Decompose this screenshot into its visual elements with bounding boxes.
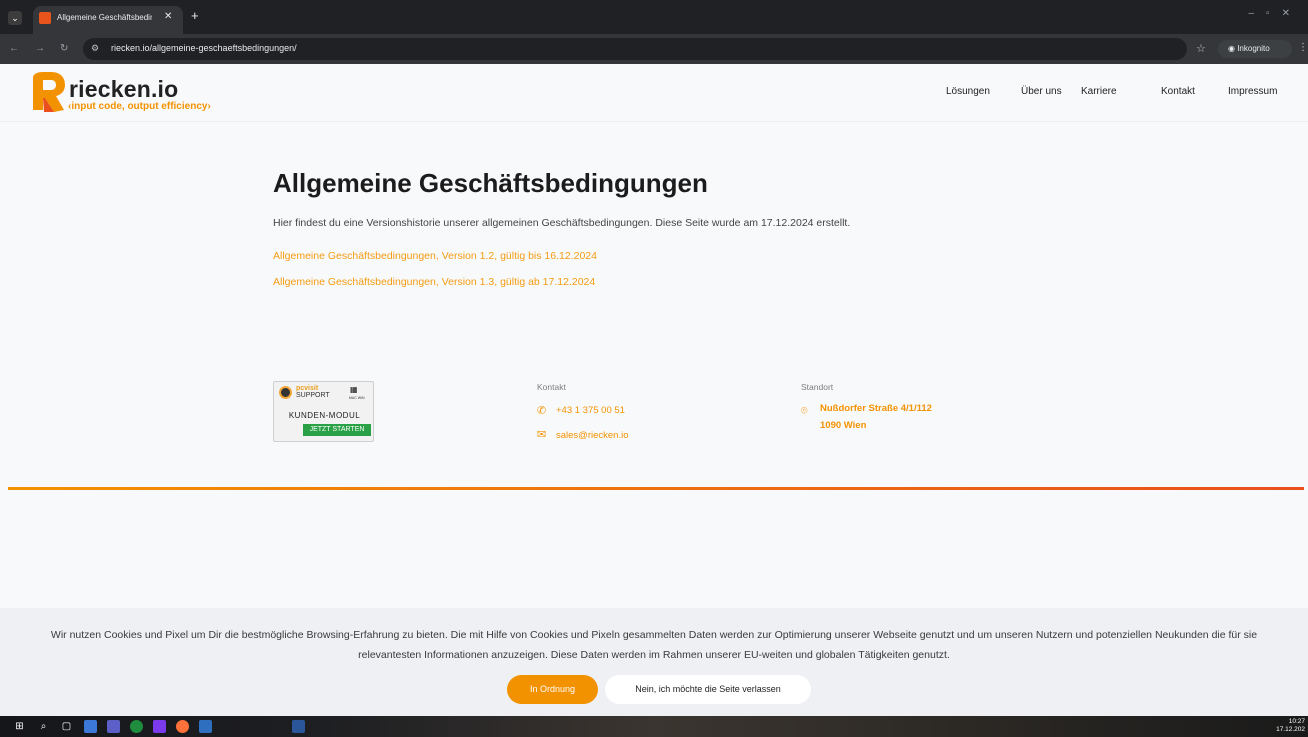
teams-icon[interactable] <box>107 720 120 733</box>
nav-kontakt[interactable]: Kontakt <box>1161 86 1195 97</box>
browser-toolbar: ← → ↻ ⚙ riecken.io/allgemeine-geschaefts… <box>0 34 1308 64</box>
address-line-2[interactable]: 1090 Wien <box>820 420 866 431</box>
pcvisit-support-label: SUPPORT <box>296 392 330 399</box>
clock-date: 17.12.202 <box>1276 726 1305 733</box>
pcvisit-support-widget[interactable]: pcvisit SUPPORT ▦ MAC WIN KUNDEN-MODUL J… <box>273 381 374 442</box>
network-app-icon[interactable] <box>199 720 212 733</box>
forward-icon[interactable]: → <box>35 43 45 54</box>
riecken-logo-icon[interactable] <box>31 72 65 112</box>
contact-phone[interactable]: +43 1 375 00 51 <box>556 405 625 416</box>
phone-icon: ✆ <box>537 405 547 417</box>
tab-title: Allgemeine Geschäftsbedingun <box>57 13 152 22</box>
task-view-icon[interactable]: ▢ <box>60 720 73 733</box>
cookie-decline-button[interactable]: Nein, ich möchte die Seite verlassen <box>605 675 811 704</box>
firefox-icon[interactable] <box>176 720 189 733</box>
windows-taskbar: ⊞ ⌕ ▢ 10:27 17.12.202 <box>0 716 1308 737</box>
mail-icon: ✉ <box>537 429 547 441</box>
intro-text: Hier findest du eine Versionshistorie un… <box>273 217 851 229</box>
nav-ueber-uns[interactable]: Über uns <box>1021 86 1062 97</box>
page-title: Allgemeine Geschäftsbedingungen <box>273 168 708 198</box>
pcvisit-start-button[interactable]: JETZT STARTEN <box>303 424 371 436</box>
apple-windows-icon: ▦ <box>350 385 358 394</box>
agb-link-v1-3[interactable]: Allgemeine Geschäftsbedingungen, Version… <box>273 276 595 288</box>
incognito-label: Inkognito <box>1237 44 1270 53</box>
search-icon[interactable]: ⌕ <box>37 720 50 733</box>
window-controls[interactable]: –▫✕ <box>1249 8 1303 19</box>
chrome-icon[interactable] <box>130 720 143 733</box>
nav-karriere[interactable]: Karriere <box>1081 86 1117 97</box>
pcvisit-module-label: KUNDEN-MODUL <box>288 411 361 420</box>
cookie-accept-button[interactable]: In Ordnung <box>507 675 598 704</box>
agb-link-v1-2[interactable]: Allgemeine Geschäftsbedingungen, Version… <box>273 250 597 262</box>
pcvisit-logo-icon <box>279 386 292 399</box>
address-bar[interactable]: ⚙ riecken.io/allgemeine-geschaeftsbeding… <box>83 38 1187 60</box>
back-icon[interactable]: ← <box>9 43 19 54</box>
site-settings-icon[interactable]: ⚙ <box>91 43 99 54</box>
cookie-banner: Wir nutzen Cookies und Pixel um Dir die … <box>0 608 1308 716</box>
url-text[interactable]: riecken.io/allgemeine-geschaeftsbedingun… <box>111 43 297 53</box>
word-icon[interactable] <box>292 720 305 733</box>
system-clock[interactable]: 10:27 17.12.202 <box>1276 718 1305 734</box>
footer-divider <box>8 487 1304 490</box>
browser-tab-strip: ⌄ Allgemeine Geschäftsbedingun ✕ + –▫✕ <box>0 0 1308 34</box>
pcvisit-brand: pcvisit <box>296 385 319 392</box>
site-favicon-icon <box>39 12 51 24</box>
reload-icon[interactable]: ↻ <box>60 43 68 54</box>
windows-start-icon[interactable]: ⊞ <box>13 720 26 733</box>
location-heading: Standort <box>801 382 834 392</box>
new-tab-icon[interactable]: + <box>191 8 199 23</box>
pcvisit-os-label: MAC WIN <box>349 396 365 400</box>
address-line-1[interactable]: Nußdorfer Straße 4/1/112 <box>820 403 932 414</box>
site-header: riecken.io ‹input code, output efficienc… <box>0 64 1308 122</box>
contact-email[interactable]: sales@riecken.io <box>556 430 628 441</box>
tab-close-icon[interactable]: ✕ <box>164 11 172 22</box>
browser-menu-icon[interactable]: ⋮ <box>1298 42 1308 53</box>
nav-impressum[interactable]: Impressum <box>1228 86 1277 97</box>
tab-search-icon[interactable]: ⌄ <box>8 11 22 25</box>
cookie-text: Wir nutzen Cookies und Pixel um Dir die … <box>50 629 1258 661</box>
bookmark-star-icon[interactable]: ☆ <box>1196 42 1206 55</box>
browser-tab[interactable]: Allgemeine Geschäftsbedingun ✕ <box>33 6 183 34</box>
clock-time: 10:27 <box>1288 718 1305 725</box>
location-pin-icon: ⌾ <box>801 405 808 417</box>
file-explorer-icon[interactable] <box>84 720 97 733</box>
logo-tagline: ‹input code, output efficiency› <box>68 101 211 112</box>
logo-name[interactable]: riecken.io <box>69 76 178 103</box>
incognito-icon: ◉ <box>1228 44 1238 53</box>
incognito-badge[interactable]: ◉ Inkognito <box>1218 40 1292 58</box>
contact-heading: Kontakt <box>537 382 566 392</box>
nav-loesungen[interactable]: Lösungen <box>946 86 990 97</box>
app-icon[interactable] <box>153 720 166 733</box>
